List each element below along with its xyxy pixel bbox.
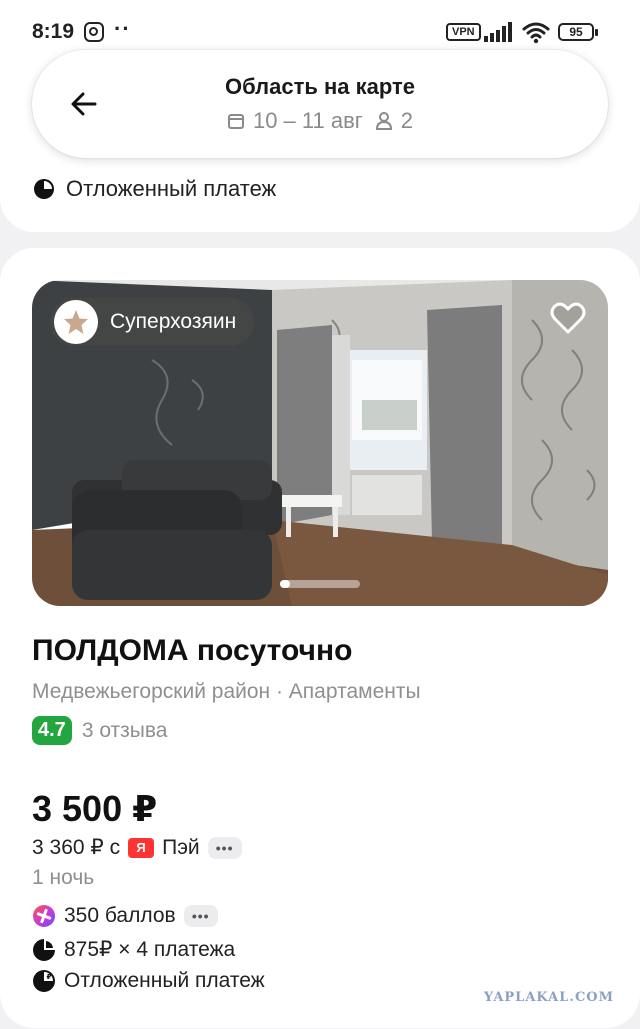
calendar-icon (227, 114, 244, 129)
search-guests: 2 (400, 108, 414, 133)
yandex-logo-icon: Я (128, 837, 155, 858)
deferred-payment-label: Отложенный платеж (64, 969, 265, 992)
points-row[interactable]: 350 баллов ••• (32, 904, 218, 928)
search-header[interactable]: Область на карте 10 – 11 авг 2 (32, 50, 608, 158)
battery-icon: 95 (558, 23, 598, 41)
installments-row: 875₽ × 4 платежа (32, 937, 235, 962)
points-label: 350 баллов (64, 904, 176, 927)
previous-deferred-payment-row: Отложенный платеж (32, 176, 276, 202)
search-title: Область на карте (224, 74, 416, 99)
more-button[interactable]: ••• (207, 836, 242, 859)
rating-badge: 4.7 (32, 716, 72, 745)
photo-pager (280, 580, 360, 588)
yandex-pay-label: Пэй (162, 835, 200, 859)
points-more-button[interactable]: ••• (183, 905, 218, 927)
guest-icon (375, 112, 392, 130)
reviews-count[interactable]: 3 отзыва (82, 719, 168, 743)
listing-subtitle: Медвежьегорский район · Апартаменты (32, 680, 421, 703)
watermark: YAPLAKAL.COM (483, 990, 614, 1005)
listing-card[interactable]: Суперхозяин ПОЛДОМА посуточно Медвежьего… (0, 248, 640, 1028)
signal-icon (484, 22, 512, 42)
heart-icon[interactable] (550, 300, 586, 336)
notification-dots: ·· (114, 16, 131, 41)
deferred-payment-icon: ₽ (33, 970, 55, 992)
price: 3 500 ₽ (32, 788, 158, 829)
installments-icon (33, 938, 55, 961)
superhost-label: Суперхозяин (110, 310, 237, 333)
search-dates: 10 – 11 авг (252, 108, 363, 133)
listing-title[interactable]: ПОЛДОМА посуточно (32, 634, 352, 668)
yandex-pay-price: 3 360 ₽ с (32, 836, 121, 859)
nights-count: 1 ночь (32, 866, 95, 889)
vpn-icon: VPN (446, 23, 481, 41)
installments-label: 875₽ × 4 платежа (64, 938, 236, 961)
previous-deferred-payment-label: Отложенный платеж (66, 176, 277, 201)
search-params[interactable]: 10 – 11 авг 2 (32, 108, 608, 134)
listing-photo[interactable]: Суперхозяин (32, 280, 608, 606)
status-time: 8:19 (32, 20, 75, 43)
instagram-icon (84, 22, 104, 42)
rating-row[interactable]: 4.7 3 отзыва (32, 716, 167, 745)
deferred-payment-row: ₽ Отложенный платеж (32, 969, 265, 993)
deferred-payment-icon (34, 179, 54, 199)
pager-dot-active (280, 580, 290, 588)
yandex-pay-row[interactable]: 3 360 ₽ с Я Пэй ••• (32, 835, 242, 860)
plus-points-icon (33, 905, 55, 927)
svg-text:₽: ₽ (47, 973, 52, 981)
superhost-badge: Суперхозяин (50, 298, 255, 346)
star-icon (54, 300, 98, 344)
wifi-icon (522, 22, 550, 44)
